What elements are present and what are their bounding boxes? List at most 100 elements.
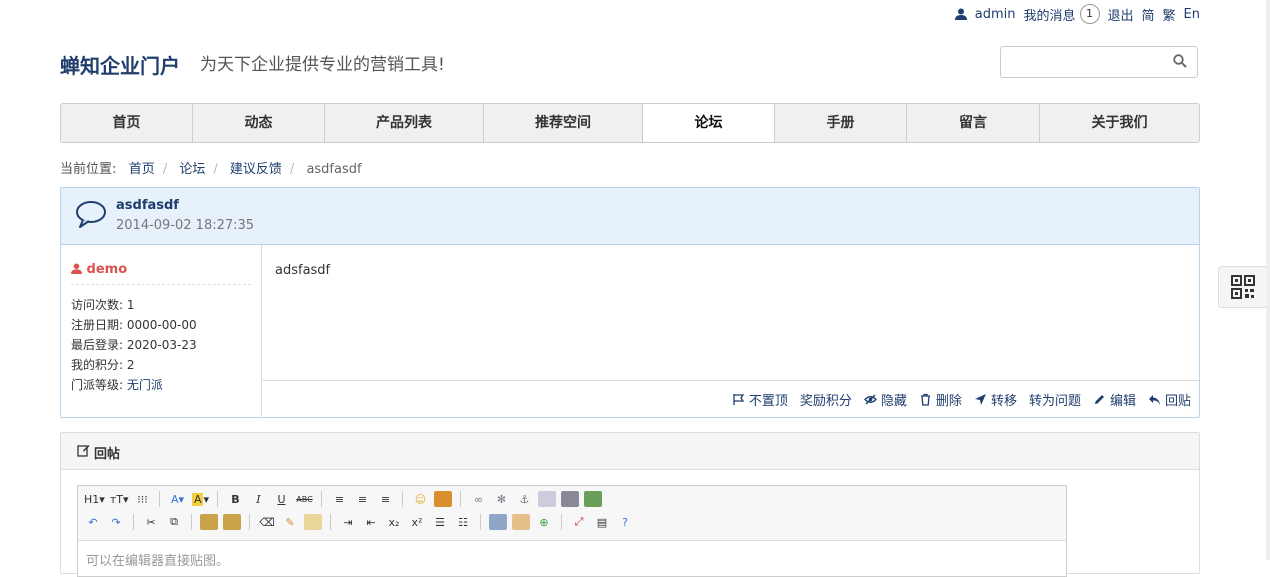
edit-button[interactable]: 编辑 <box>1093 390 1136 409</box>
rich-text-editor[interactable]: H1 ▾ тT ▾ ⁝⁝⁝ A ▾ A ▾ B I U ABC ≡ ≡ ≡ ☺ ∞ <box>77 485 1067 577</box>
italic-button[interactable]: I <box>249 490 267 508</box>
unordered-list-icon[interactable]: ☷ <box>454 513 472 531</box>
tab-recommended[interactable]: 推荐空间 <box>484 104 643 142</box>
to-question-label: 转为问题 <box>1028 394 1081 409</box>
strikethrough-button[interactable]: ABC <box>295 490 313 508</box>
stat-last-login: 最后登录: 2020-03-23 <box>71 335 197 355</box>
reply-button[interactable]: 回贴 <box>1148 390 1191 409</box>
tab-messages[interactable]: 留言 <box>907 104 1040 142</box>
help-icon[interactable]: ? <box>616 513 634 531</box>
unsticky-button[interactable]: 不置顶 <box>732 390 788 409</box>
site-logo[interactable]: 蝉知企业门户 <box>60 50 180 79</box>
logout-link[interactable]: 退出 <box>1108 5 1134 24</box>
image-icon[interactable] <box>584 491 603 507</box>
align-right-icon[interactable]: ≡ <box>376 490 394 508</box>
emoticon-icon[interactable]: ☺ <box>411 490 429 508</box>
reply-title: 回帖 <box>94 447 121 462</box>
breadcrumb-home[interactable]: 首页 <box>129 162 155 177</box>
indent-icon[interactable]: ⇥ <box>339 513 357 531</box>
breadcrumb: 当前位置: 首页 / 论坛 / 建议反馈 / asdfasdf <box>60 158 362 177</box>
highlight-button[interactable]: A ▾ <box>191 490 209 508</box>
reply-label: 回贴 <box>1164 394 1191 409</box>
line-height-button[interactable]: ⁝⁝⁝ <box>133 490 151 508</box>
messages-link[interactable]: 我的消息 <box>1023 5 1075 24</box>
source-icon[interactable]: ▤ <box>593 513 611 531</box>
superscript-icon[interactable]: x² <box>408 513 426 531</box>
undo-icon[interactable]: ↶ <box>84 513 102 531</box>
paste-word-icon[interactable] <box>304 514 322 530</box>
ordered-list-icon[interactable]: ☰ <box>431 513 449 531</box>
reward-points-button[interactable]: 奖励积分 <box>800 390 852 409</box>
move-button[interactable]: 转移 <box>974 390 1017 409</box>
image-insert-icon[interactable] <box>434 491 453 507</box>
copy-icon[interactable]: ⧉ <box>165 513 183 531</box>
underline-button[interactable]: U <box>272 490 290 508</box>
reply-icon <box>1148 395 1160 405</box>
bold-button[interactable]: B <box>226 490 244 508</box>
rank-link[interactable]: 无门派 <box>127 378 163 392</box>
convert-to-question-button[interactable]: 转为问题 <box>1029 390 1081 409</box>
edit-icon <box>77 445 90 457</box>
qr-code-button[interactable] <box>1218 266 1268 308</box>
toolbar-row-2: ↶ ↷ ✂ ⧉ ⌫ ✎ ⇥ ⇤ x₂ x² ☰ ☷ ⊕ ⤢ ▤ ? <box>84 512 634 532</box>
qr-code-icon <box>1231 275 1255 299</box>
tab-dynamics[interactable]: 动态 <box>193 104 325 142</box>
user-icon <box>954 8 967 20</box>
subscript-icon[interactable]: x₂ <box>385 513 403 531</box>
font-size-button[interactable]: тT ▾ <box>110 490 129 508</box>
lang-traditional-link[interactable]: 繁 <box>1163 5 1176 24</box>
tab-about[interactable]: 关于我们 <box>1040 104 1199 142</box>
author-name-text: demo <box>86 262 128 277</box>
format-brush-icon[interactable]: ✎ <box>281 513 299 531</box>
flag-icon <box>733 394 745 405</box>
font-color-button[interactable]: A ▾ <box>168 490 186 508</box>
media-icon[interactable] <box>561 491 580 507</box>
fullscreen-icon[interactable]: ⤢ <box>570 513 588 531</box>
toolbar-separator <box>321 491 323 507</box>
breadcrumb-current: asdfasdf <box>306 162 362 177</box>
toolbar-separator <box>217 491 219 507</box>
messages-count-badge[interactable]: 1 <box>1079 4 1100 24</box>
align-left-icon[interactable]: ≡ <box>330 490 348 508</box>
tab-products[interactable]: 产品列表 <box>325 104 484 142</box>
link-icon[interactable]: ∞ <box>469 490 487 508</box>
breadcrumb-forum[interactable]: 论坛 <box>179 162 205 177</box>
lang-english-link[interactable]: En <box>1184 7 1200 22</box>
divider <box>71 284 251 285</box>
author-name[interactable]: demo <box>71 262 127 277</box>
table-icon[interactable] <box>489 514 507 530</box>
breadcrumb-separator: / <box>162 162 168 177</box>
delete-button[interactable]: 删除 <box>919 390 962 409</box>
paste-text-icon[interactable] <box>223 514 241 530</box>
horizontal-rule-icon[interactable]: ⊕ <box>535 513 553 531</box>
breadcrumb-board[interactable]: 建议反馈 <box>230 162 282 177</box>
stat-rank: 门派等级: 无门派 <box>71 375 197 395</box>
eraser-icon[interactable]: ⌫ <box>258 513 276 531</box>
hide-button[interactable]: 隐藏 <box>863 390 907 409</box>
align-center-icon[interactable]: ≡ <box>353 490 371 508</box>
unlink-icon[interactable]: ✻ <box>492 490 510 508</box>
scrollbar-track[interactable] <box>1266 0 1270 560</box>
stat-visits: 访问次数: 1 <box>71 295 197 315</box>
tab-home[interactable]: 首页 <box>61 104 193 142</box>
search-input[interactable] <box>1000 46 1198 78</box>
lang-simplified-link[interactable]: 简 <box>1142 5 1155 24</box>
font-size-label: тT <box>109 492 123 506</box>
outdent-icon[interactable]: ⇤ <box>362 513 380 531</box>
stat-register-date: 注册日期: 0000-00-00 <box>71 315 197 335</box>
stat-label: 最后登录: <box>71 338 124 352</box>
location-arrow-icon <box>974 394 986 405</box>
search-icon[interactable] <box>1173 54 1187 68</box>
code-icon[interactable] <box>512 514 530 530</box>
tab-manual[interactable]: 手册 <box>775 104 907 142</box>
username-link[interactable]: admin <box>975 7 1016 22</box>
paste-icon[interactable] <box>200 514 218 530</box>
cut-icon[interactable]: ✂ <box>142 513 160 531</box>
heading-button[interactable]: H1 ▾ <box>84 490 105 508</box>
tab-forum[interactable]: 论坛 <box>643 104 775 142</box>
anchor-icon[interactable]: ⚓ <box>515 490 533 508</box>
flash-icon[interactable] <box>538 491 557 507</box>
redo-icon[interactable]: ↷ <box>107 513 125 531</box>
pencil-icon <box>1094 395 1104 404</box>
stat-value: 2 <box>126 358 135 372</box>
